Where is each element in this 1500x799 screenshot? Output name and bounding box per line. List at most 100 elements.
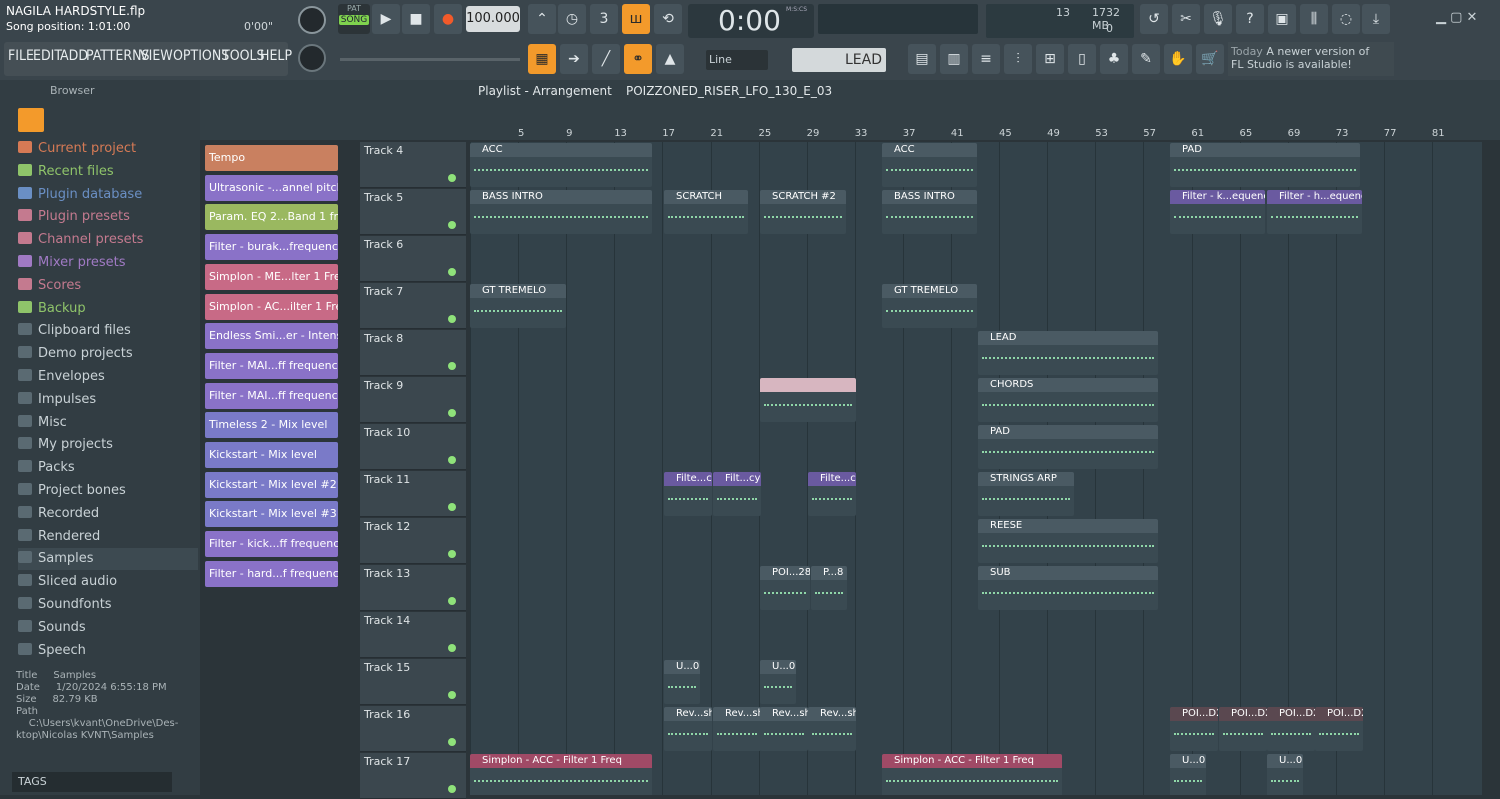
- clip[interactable]: Rev...sh: [808, 707, 856, 751]
- track-mute-dot[interactable]: [448, 315, 456, 323]
- track-mute-dot[interactable]: [448, 503, 456, 511]
- track-header[interactable]: Track 4: [360, 142, 466, 188]
- stop-icon[interactable]: ■: [402, 4, 430, 34]
- track-mute-dot[interactable]: [448, 268, 456, 276]
- clip[interactable]: SUB: [978, 566, 1158, 610]
- mixer-icon[interactable]: ⫼: [1300, 4, 1328, 34]
- track-header[interactable]: Track 13: [360, 565, 466, 611]
- undo-icon[interactable]: ↺: [1140, 4, 1168, 34]
- channel-rack-icon[interactable]: ▥: [940, 44, 968, 74]
- clip[interactable]: Filter - h...equency: [1267, 190, 1362, 234]
- automation-clip[interactable]: Kickstart - Mix level: [205, 442, 338, 468]
- track-mute-dot[interactable]: [448, 174, 456, 182]
- clip[interactable]: P...8: [811, 566, 847, 610]
- automation-clip[interactable]: Simplon - ME...lter 1 Freq: [205, 263, 338, 290]
- browser-item[interactable]: My projects: [18, 434, 113, 456]
- automation-clip[interactable]: Simplon - AC...ilter 1 Freq: [205, 293, 338, 320]
- menu-view[interactable]: VIEW: [140, 48, 173, 64]
- channel-select[interactable]: LEAD: [792, 48, 886, 72]
- clip[interactable]: ACC: [470, 143, 652, 187]
- pat-song-toggle[interactable]: PAT SONG: [338, 4, 370, 34]
- menu-file[interactable]: FILE: [8, 48, 34, 64]
- tempo-display[interactable]: 100.000: [466, 6, 520, 32]
- browser-item[interactable]: Demo projects: [18, 343, 133, 365]
- browser-item[interactable]: Backup: [18, 298, 86, 320]
- clip[interactable]: SCRATCH: [664, 190, 748, 234]
- browser-item[interactable]: Plugin database: [18, 184, 142, 206]
- clip[interactable]: Rev...sh: [664, 707, 712, 751]
- step-edit-icon[interactable]: ш: [622, 4, 650, 34]
- browser-item[interactable]: Current project: [18, 138, 136, 160]
- save-icon[interactable]: ▣: [1268, 4, 1296, 34]
- plugin-icon[interactable]: ♣: [1100, 44, 1128, 74]
- browser-item[interactable]: Channel presets: [18, 229, 143, 251]
- automation-clip[interactable]: Ultrasonic -...annel pitch: [205, 174, 338, 201]
- clip[interactable]: U...07: [1267, 754, 1303, 795]
- clip[interactable]: SCRATCH #2: [760, 190, 846, 234]
- track-header[interactable]: Track 14: [360, 612, 466, 658]
- microphone-icon[interactable]: 🎙: [1204, 4, 1232, 34]
- automation-clip[interactable]: Filter - MAI...ff frequency: [205, 352, 338, 379]
- file-icon[interactable]: ▯: [1068, 44, 1096, 74]
- browser-item[interactable]: Mixer presets: [18, 252, 126, 274]
- track-header[interactable]: Track 7: [360, 283, 466, 329]
- clip[interactable]: LEAD: [978, 331, 1158, 375]
- track-header[interactable]: Track 17: [360, 753, 466, 799]
- clip[interactable]: CHORDS: [978, 378, 1158, 422]
- track-header[interactable]: Track 6: [360, 236, 466, 282]
- clip[interactable]: POI...28: [760, 566, 810, 610]
- automation-clip[interactable]: Tempo: [205, 145, 338, 171]
- track-mute-dot[interactable]: [448, 785, 456, 793]
- arrow-icon[interactable]: ➔: [560, 44, 588, 74]
- fader-icon[interactable]: ⫶: [1004, 44, 1032, 74]
- clip[interactable]: POI...D2: [1267, 707, 1315, 751]
- automation-clip[interactable]: Filter - kick...ff frequency: [205, 531, 338, 558]
- metronome-icon[interactable]: ⌃: [528, 4, 556, 34]
- clip[interactable]: GT TREMELO: [470, 284, 566, 328]
- stamp-icon[interactable]: ▲: [656, 44, 684, 74]
- track-header[interactable]: Track 5: [360, 189, 466, 235]
- automation-clip[interactable]: Timeless 2 - Mix level: [205, 412, 338, 439]
- loop-record-icon[interactable]: ⟲: [654, 4, 682, 34]
- clip[interactable]: Filt...cy: [713, 472, 761, 516]
- track-header[interactable]: Track 10: [360, 424, 466, 470]
- pitch-slider[interactable]: [340, 58, 520, 61]
- clip[interactable]: Rev...sh: [713, 707, 761, 751]
- clip[interactable]: BASS INTRO: [470, 190, 652, 234]
- automation-clip[interactable]: Kickstart - Mix level #2: [205, 471, 338, 498]
- clip[interactable]: [760, 378, 856, 422]
- browser-item[interactable]: Envelopes: [18, 366, 105, 388]
- automation-clip[interactable]: Filter - MAI...ff frequency: [205, 382, 338, 409]
- browser-item[interactable]: Samples: [18, 548, 198, 571]
- clip[interactable]: POI...D2: [1219, 707, 1267, 751]
- window-controls[interactable]: ▁ ▢ ✕: [1436, 10, 1477, 25]
- automation-clip[interactable]: Kickstart - Mix level #3: [205, 501, 338, 528]
- playlist-icon[interactable]: ▦: [528, 44, 556, 74]
- download-icon[interactable]: ⤓: [1362, 4, 1390, 34]
- browser-item[interactable]: Sounds: [18, 617, 86, 639]
- clip[interactable]: ACC: [882, 143, 977, 187]
- cut-icon[interactable]: ✂: [1172, 4, 1200, 34]
- playlist-grid[interactable]: ACC ACC PAD BASS INTRO SCRATCH SCRATCH #2 BASS…: [470, 142, 1482, 795]
- master-volume-knob[interactable]: [298, 6, 326, 34]
- clip[interactable]: U...07: [664, 660, 700, 704]
- track-mute-dot[interactable]: [448, 644, 456, 652]
- clip[interactable]: POI...D2: [1170, 707, 1218, 751]
- automation-clip[interactable]: Filter - burak...frequency: [205, 234, 338, 261]
- track-mute-dot[interactable]: [448, 691, 456, 699]
- record-icon[interactable]: ●: [434, 4, 462, 34]
- clip[interactable]: Simplon - ACC - Filter 1 Freq: [470, 754, 652, 795]
- menu-help[interactable]: HELP: [260, 48, 292, 64]
- clip[interactable]: Rev...sh: [760, 707, 808, 751]
- track-mute-dot[interactable]: [448, 221, 456, 229]
- browser-item[interactable]: Packs: [18, 457, 75, 479]
- clip[interactable]: Filte...cy: [808, 472, 856, 516]
- tree-icon[interactable]: ⊞: [1036, 44, 1064, 74]
- browser-item[interactable]: Recorded: [18, 503, 99, 525]
- play-icon[interactable]: ▶: [372, 4, 400, 34]
- clip[interactable]: BASS INTRO: [882, 190, 977, 234]
- track-mute-dot[interactable]: [448, 456, 456, 464]
- automation-clip[interactable]: Endless Smi...er - Intensit: [205, 323, 338, 350]
- countdown-icon[interactable]: 3: [590, 4, 618, 34]
- link-icon[interactable]: ⚭: [624, 44, 652, 74]
